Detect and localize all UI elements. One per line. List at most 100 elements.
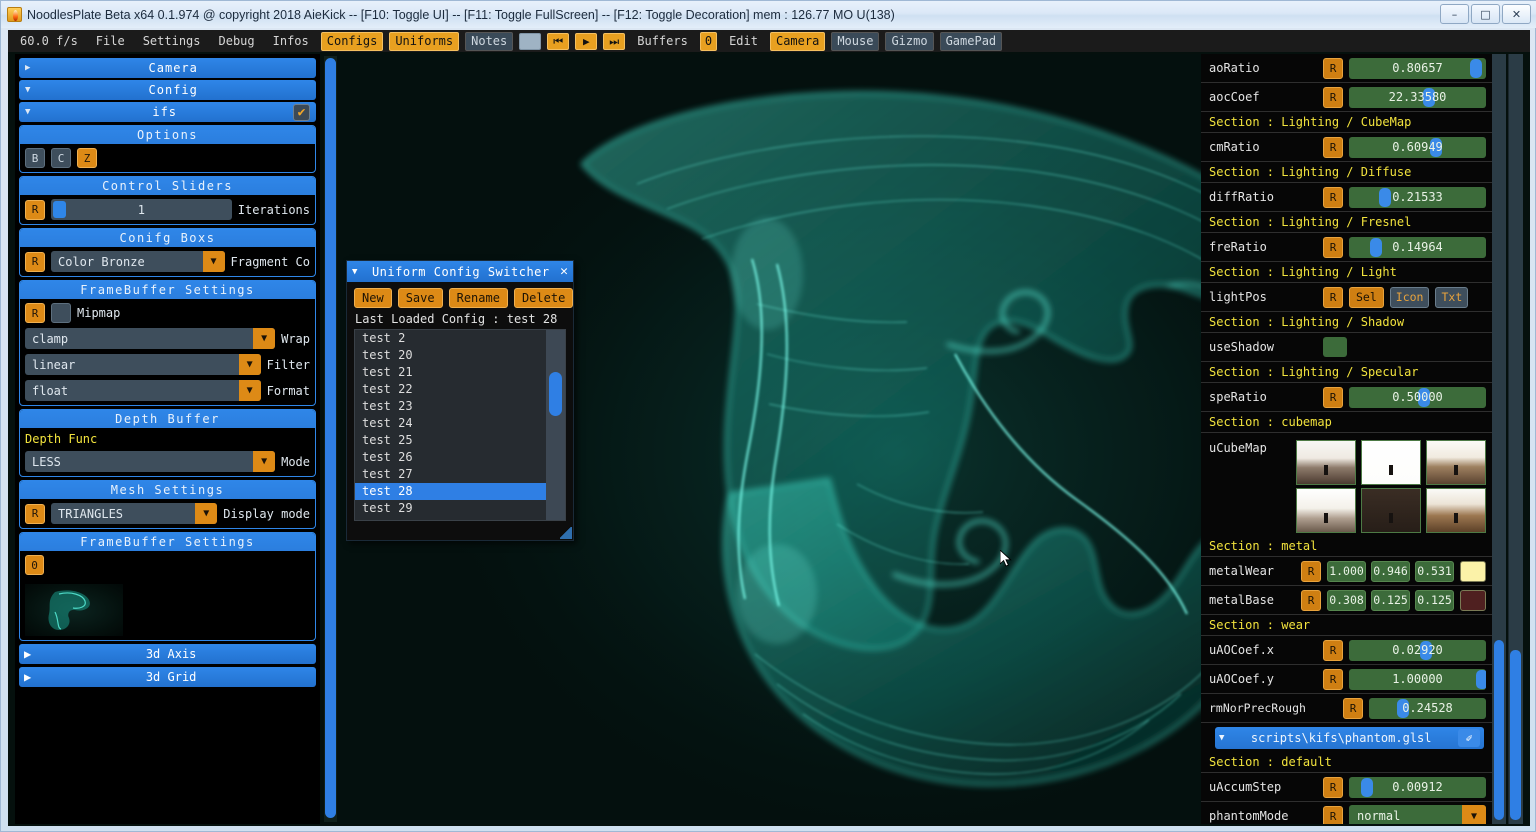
- menu-edit[interactable]: Edit: [720, 32, 767, 50]
- iterations-slider[interactable]: 1: [51, 199, 232, 220]
- uniform-drag-slider[interactable]: 22.33580: [1349, 86, 1486, 108]
- option-c-button[interactable]: C: [51, 148, 71, 168]
- uniform-reset-button[interactable]: R: [1343, 697, 1363, 719]
- save-config-button[interactable]: Save: [397, 288, 443, 308]
- list-item[interactable]: test 26: [355, 449, 565, 466]
- slider-grip[interactable]: [1361, 777, 1374, 797]
- toggle-notes[interactable]: Notes: [465, 31, 514, 51]
- uniform-reset-button[interactable]: R: [1323, 776, 1343, 798]
- config-list-scrollbar-track[interactable]: [546, 330, 565, 520]
- transport-play-button[interactable]: ▶: [575, 32, 598, 50]
- depth-mode-dropdown[interactable]: LESS ▼: [25, 451, 276, 472]
- lightpos-icon-button[interactable]: Icon: [1389, 286, 1430, 308]
- uniform-drag-slider[interactable]: 0.50000: [1349, 386, 1486, 408]
- section-config[interactable]: ▼ Config: [19, 80, 316, 100]
- uniform-drag-slider[interactable]: 0.21533: [1349, 186, 1486, 208]
- uniform-reset-button[interactable]: R: [1323, 286, 1343, 308]
- chevron-down-icon[interactable]: ▼: [195, 503, 218, 524]
- maximize-button[interactable]: □: [1471, 4, 1500, 24]
- cubemap-face-nz[interactable]: [1426, 488, 1486, 533]
- cubemap-face-nx[interactable]: [1361, 440, 1421, 485]
- mipmap-reset-button[interactable]: R: [25, 303, 45, 323]
- mipmap-checkbox[interactable]: [51, 303, 71, 323]
- slider-grip[interactable]: [1369, 237, 1382, 257]
- uniform-reset-button[interactable]: R: [1323, 186, 1343, 208]
- color-r-field[interactable]: 0.308: [1327, 589, 1366, 611]
- uniform-reset-button[interactable]: R: [1301, 589, 1321, 611]
- app-scrollbar-thumb[interactable]: [1510, 650, 1521, 820]
- minimize-button[interactable]: –: [1440, 4, 1469, 24]
- uniform-reset-button[interactable]: R: [1323, 668, 1343, 690]
- toggle-gizmo[interactable]: Gizmo: [885, 31, 934, 51]
- list-item[interactable]: test 29: [355, 500, 565, 517]
- list-item[interactable]: test 22: [355, 381, 565, 398]
- chevron-down-icon[interactable]: ▼: [352, 267, 357, 277]
- wrap-dropdown[interactable]: clamp ▼: [25, 328, 276, 349]
- format-dropdown[interactable]: float ▼: [25, 380, 261, 401]
- config-list-scrollbar-thumb[interactable]: [549, 372, 562, 416]
- slider-grip[interactable]: [1469, 58, 1482, 78]
- chevron-down-icon[interactable]: ▼: [238, 354, 261, 375]
- shader-selector[interactable]: ▼ ifs ✔: [19, 102, 316, 122]
- transport-last-button[interactable]: ⏭: [603, 32, 626, 50]
- list-item[interactable]: test 3: [355, 517, 565, 520]
- uniform-drag-slider[interactable]: 1.00000: [1349, 668, 1486, 690]
- color-b-field[interactable]: 0.531: [1415, 560, 1454, 582]
- useshadow-checkbox[interactable]: [1323, 337, 1347, 357]
- cubemap-faces[interactable]: [1296, 437, 1486, 536]
- option-z-button[interactable]: Z: [77, 148, 97, 168]
- list-item[interactable]: test 25: [355, 432, 565, 449]
- toggle-uniforms[interactable]: Uniforms: [389, 31, 460, 51]
- list-item[interactable]: test 2: [355, 330, 565, 347]
- uniform-drag-slider[interactable]: 0.24528: [1369, 697, 1486, 719]
- list-item[interactable]: test 21: [355, 364, 565, 381]
- menu-settings[interactable]: Settings: [134, 32, 210, 50]
- uniform-reset-button[interactable]: R: [1323, 805, 1343, 824]
- cubemap-face-px[interactable]: [1296, 440, 1356, 485]
- uniform-drag-slider[interactable]: 0.02920: [1349, 639, 1486, 661]
- uniform-reset-button[interactable]: R: [1323, 386, 1343, 408]
- list-item[interactable]: test 23: [355, 398, 565, 415]
- cubemap-face-ny[interactable]: [1296, 488, 1356, 533]
- toggle-gamepad[interactable]: GamePad: [939, 31, 1003, 51]
- chevron-down-icon[interactable]: ▼: [202, 251, 225, 272]
- edit-pencil-icon[interactable]: ✐: [1458, 729, 1480, 747]
- menu-debug[interactable]: Debug: [210, 32, 264, 50]
- uniform-drag-slider[interactable]: 0.00912: [1349, 776, 1486, 798]
- left-panel-scrollbar-thumb[interactable]: [325, 58, 336, 818]
- uniform-config-switcher-dialog[interactable]: ▼ Uniform Config Switcher ✕ New Save Ren…: [346, 260, 574, 541]
- uniform-drag-slider[interactable]: 0.14964: [1349, 236, 1486, 258]
- option-b-button[interactable]: B: [25, 148, 45, 168]
- phantommode-dropdown[interactable]: normal ▼: [1349, 805, 1486, 824]
- menu-buffers[interactable]: Buffers: [628, 32, 697, 50]
- section-3d-grid[interactable]: ▶ 3d Grid: [19, 667, 316, 687]
- chevron-down-icon[interactable]: ▼: [1462, 805, 1486, 824]
- buffer-index-badge[interactable]: 0: [25, 555, 44, 575]
- shader-file-selector[interactable]: ▼ scripts\kifs\phantom.glsl ✐: [1215, 727, 1484, 749]
- list-item[interactable]: test 24: [355, 415, 565, 432]
- uniform-reset-button[interactable]: R: [1323, 57, 1343, 79]
- shader-enabled-checkbox[interactable]: ✔: [293, 103, 310, 121]
- buffers-count-badge[interactable]: 0: [699, 31, 718, 51]
- dialog-resize-handle[interactable]: [560, 527, 572, 539]
- uniforms-panel-scrollbar-thumb[interactable]: [1494, 640, 1504, 820]
- iterations-reset-button[interactable]: R: [25, 199, 45, 220]
- uniform-reset-button[interactable]: R: [1323, 136, 1343, 158]
- uniform-reset-button[interactable]: R: [1323, 236, 1343, 258]
- cubemap-face-pz[interactable]: [1361, 488, 1421, 533]
- color-b-field[interactable]: 0.125: [1415, 589, 1454, 611]
- dialog-title-bar[interactable]: ▼ Uniform Config Switcher ✕: [347, 261, 573, 282]
- color-g-field[interactable]: 0.125: [1371, 589, 1410, 611]
- rename-config-button[interactable]: Rename: [448, 288, 508, 308]
- new-config-button[interactable]: New: [354, 288, 392, 308]
- chevron-down-icon[interactable]: ▼: [253, 328, 276, 349]
- color-g-field[interactable]: 0.946: [1371, 560, 1410, 582]
- uniform-drag-slider[interactable]: 0.60949: [1349, 136, 1486, 158]
- color-swatch[interactable]: [1460, 560, 1486, 582]
- toggle-camera[interactable]: Camera: [769, 31, 826, 51]
- list-item-selected[interactable]: test 28: [355, 483, 565, 500]
- delete-config-button[interactable]: Delete: [513, 288, 574, 308]
- uniform-reset-button[interactable]: R: [1323, 639, 1343, 661]
- transport-first-button[interactable]: ⏮: [547, 32, 570, 50]
- color-swatch[interactable]: [1460, 589, 1486, 611]
